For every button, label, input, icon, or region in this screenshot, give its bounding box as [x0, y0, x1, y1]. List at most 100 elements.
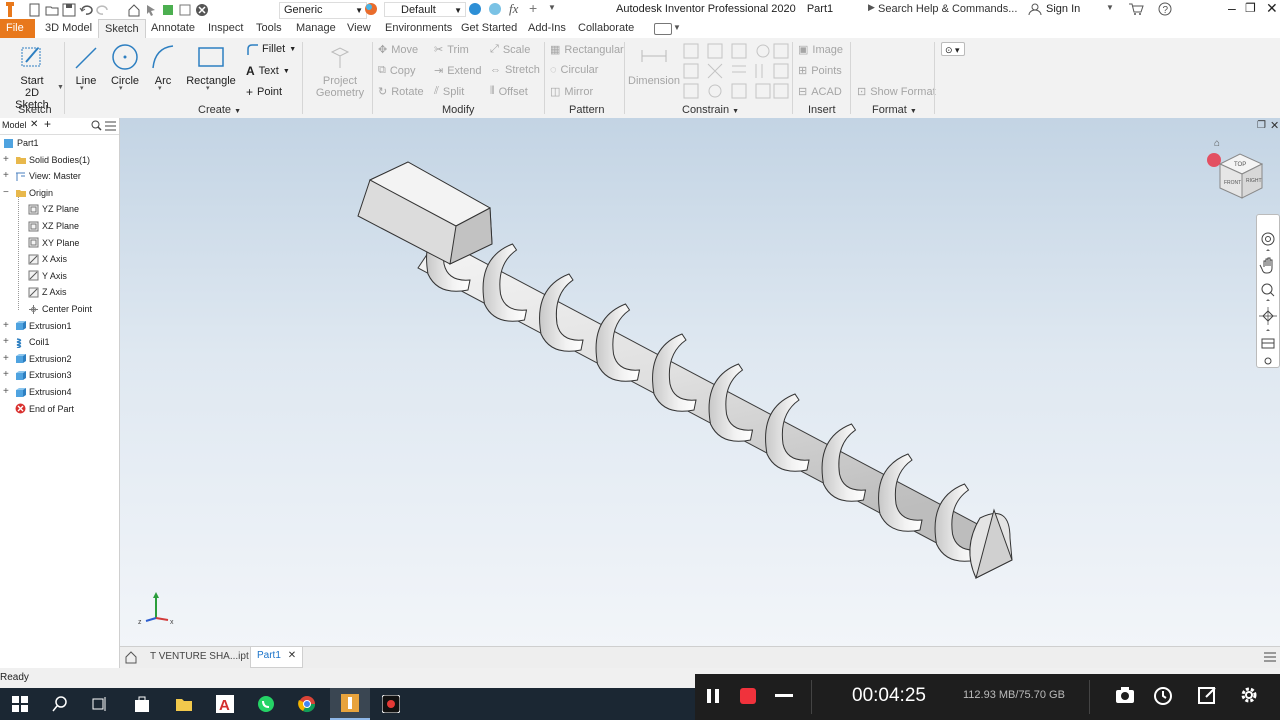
new-file-icon[interactable]: [28, 3, 42, 17]
browser-node[interactable]: Z Axis: [28, 284, 67, 300]
doc-tab-part1[interactable]: Part1 ✕: [250, 647, 304, 668]
chevron-down-icon[interactable]: ▼: [57, 84, 64, 91]
tab-environments[interactable]: Environments: [379, 19, 458, 38]
fx-parameters-icon[interactable]: fx: [509, 1, 518, 17]
collapse-icon[interactable]: −: [3, 185, 12, 201]
material-dropdown[interactable]: Generic ▼: [279, 2, 367, 19]
browser-node[interactable]: + Coil1: [3, 334, 50, 350]
graphics-viewport[interactable]: z x ❐ ✕ ⌂ TOP FRONT RIGHT: [120, 118, 1280, 648]
ribbon-options-button[interactable]: ⊙ ▾: [941, 42, 965, 56]
move-button[interactable]: ✥ Move: [378, 43, 418, 57]
text-button[interactable]: A Text ▼: [246, 64, 290, 78]
properties-icon[interactable]: [178, 3, 192, 17]
close-icon[interactable]: ✕: [288, 650, 296, 661]
dimension-button[interactable]: Dimension: [628, 42, 680, 87]
undo-icon[interactable]: [79, 3, 93, 17]
fillet-button[interactable]: Fillet ▼: [246, 43, 296, 55]
constrain-group-label[interactable]: Constrain ▼: [682, 104, 739, 116]
trim-button[interactable]: ✂ Trim: [434, 43, 469, 57]
project-geometry-button[interactable]: Project Geometry: [312, 42, 368, 99]
tab-tools[interactable]: Tools: [250, 19, 288, 38]
browser-node[interactable]: + Extrusion4: [3, 384, 72, 400]
ribbon-display-icon[interactable]: [654, 23, 672, 35]
expand-icon[interactable]: +: [3, 367, 12, 383]
pause-icon[interactable]: [705, 687, 721, 705]
tab-collaborate[interactable]: Collaborate: [572, 19, 640, 38]
browser-node[interactable]: − Origin: [3, 185, 53, 201]
mirror-button[interactable]: ◫ Mirror: [550, 85, 593, 99]
restore-icon[interactable]: ❐: [1245, 1, 1256, 15]
inventor-logo-icon[interactable]: [4, 2, 16, 17]
arc-button[interactable]: Arc: [148, 42, 178, 87]
search-icon[interactable]: [91, 120, 102, 131]
format-group-label[interactable]: Format ▼: [872, 104, 917, 116]
show-format-button[interactable]: ⊡ Show Format: [857, 85, 936, 99]
stop-record-icon[interactable]: [739, 687, 757, 705]
minimize-icon[interactable]: –: [1228, 0, 1236, 16]
tab-sketch[interactable]: Sketch: [98, 19, 146, 39]
browser-node[interactable]: + View: Master: [3, 168, 81, 184]
browser-node[interactable]: Part1: [3, 135, 39, 151]
chevron-down-icon[interactable]: ▼: [673, 23, 681, 32]
appearance-ball-icon[interactable]: [364, 2, 379, 17]
clear-appearance-icon[interactable]: [488, 2, 502, 16]
store-icon[interactable]: [133, 695, 151, 713]
circle-button[interactable]: Circle: [108, 42, 142, 87]
chrome-icon[interactable]: [298, 695, 316, 713]
copy-button[interactable]: ⧉ Copy: [378, 64, 416, 77]
open-folder-icon[interactable]: [45, 3, 59, 17]
settings-gear-icon[interactable]: [1239, 685, 1259, 705]
doc-tab-venture[interactable]: T VENTURE SHA...ipt: [144, 647, 255, 669]
browser-node[interactable]: + Extrusion1: [3, 318, 72, 334]
close-viewport-icon[interactable]: ✕: [1270, 119, 1279, 132]
tab-get-started[interactable]: Get Started: [455, 19, 523, 38]
cart-icon[interactable]: [1128, 2, 1144, 16]
offset-button[interactable]: ⫴ Offset: [490, 85, 528, 98]
tab-manage[interactable]: Manage: [290, 19, 342, 38]
browser-node[interactable]: + Extrusion3: [3, 367, 72, 383]
start-2d-sketch-button[interactable]: Start 2D Sketch: [8, 42, 56, 111]
browser-node[interactable]: X Axis: [28, 251, 67, 267]
expand-icon[interactable]: +: [3, 384, 12, 400]
windows-start-icon[interactable]: [12, 696, 28, 712]
appearance-dropdown[interactable]: Default ▼: [384, 2, 466, 17]
view-cube[interactable]: TOP FRONT RIGHT: [1204, 146, 1270, 208]
expand-icon[interactable]: +: [3, 334, 12, 350]
circular-pattern-button[interactable]: ◌ Circular: [550, 64, 598, 76]
browser-node[interactable]: YZ Plane: [28, 201, 79, 217]
timer-icon[interactable]: [1153, 685, 1173, 705]
browser-node[interactable]: End of Part: [3, 401, 74, 417]
adjust-appearance-icon[interactable]: [468, 2, 482, 16]
chevron-down-icon[interactable]: ▼: [1106, 3, 1114, 12]
sign-in-button[interactable]: Sign In: [1046, 3, 1080, 15]
point-button[interactable]: + Point: [246, 85, 282, 99]
whatsapp-icon[interactable]: [257, 695, 275, 713]
browser-tab-model[interactable]: Model: [2, 120, 27, 130]
extend-button[interactable]: ⇥ Extend: [434, 64, 481, 78]
file-explorer-icon[interactable]: [175, 696, 193, 712]
recorder-app-icon[interactable]: [382, 695, 400, 713]
tab-annotate[interactable]: Annotate: [145, 19, 201, 38]
tab-add-ins[interactable]: Add-Ins: [522, 19, 572, 38]
expand-icon[interactable]: +: [3, 318, 12, 334]
maximize-viewport-icon[interactable]: ❐: [1257, 120, 1266, 131]
plus-icon[interactable]: +: [44, 117, 51, 131]
expand-icon[interactable]: +: [3, 168, 12, 184]
browser-node[interactable]: Y Axis: [28, 268, 67, 284]
edit-draw-icon[interactable]: [1198, 685, 1218, 705]
select-icon[interactable]: [144, 3, 158, 17]
search-icon[interactable]: [52, 696, 68, 712]
redo-icon[interactable]: [96, 3, 110, 17]
help-search-input[interactable]: Search Help & Commands...: [878, 1, 1023, 17]
update-icon[interactable]: [161, 3, 175, 17]
tab-file[interactable]: File: [0, 19, 35, 38]
tab-view[interactable]: View: [341, 19, 377, 38]
image-button[interactable]: ▣ Image: [798, 43, 843, 57]
taskbar-inventor-active[interactable]: [330, 688, 370, 720]
hamburger-menu-icon[interactable]: [1264, 652, 1276, 663]
split-button[interactable]: ⫽ Split: [434, 85, 464, 98]
hamburger-menu-icon[interactable]: [105, 121, 116, 131]
rectangle-button[interactable]: Rectangle: [186, 42, 236, 87]
points-button[interactable]: ⊞ Points: [798, 64, 842, 78]
browser-node[interactable]: XZ Plane: [28, 218, 79, 234]
